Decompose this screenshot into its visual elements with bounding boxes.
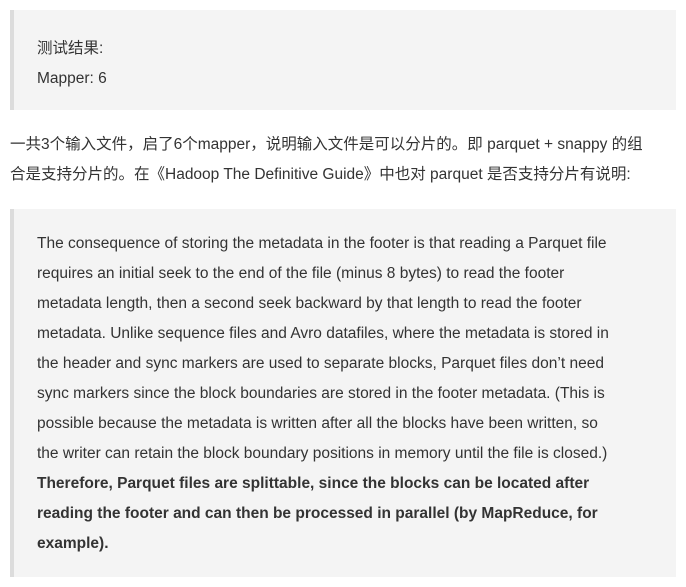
paragraph-line-1: 一共3个输入文件，启了6个mapper，说明输入文件是可以分片的。即 parqu… (10, 136, 643, 153)
quote-bold-line: reading the footer and can then be proce… (37, 505, 598, 522)
quote-line: metadata. Unlike sequence files and Avro… (37, 325, 609, 342)
test-result-heading: 测试结果: (37, 40, 104, 57)
quote-line: the writer can retain the block boundary… (37, 445, 608, 462)
quote-bold-line: Therefore, Parquet files are splittable,… (37, 475, 590, 492)
book-quote-blockquote: The consequence of storing the metadata … (10, 209, 676, 577)
quote-bold-line: example). (37, 535, 109, 552)
quote-line: possible because the metadata is written… (37, 415, 598, 432)
quote-line: the header and sync markers are used to … (37, 355, 604, 372)
quote-line: metadata length, then a second seek back… (37, 295, 582, 312)
explanation-paragraph: 一共3个输入文件，启了6个mapper，说明输入文件是可以分片的。即 parqu… (10, 130, 678, 190)
test-result-value: Mapper: 6 (37, 70, 107, 87)
quote-line: requires an initial seek to the end of t… (37, 265, 565, 282)
paragraph-line-2: 合是支持分片的。在《Hadoop The Definitive Guide》中也… (10, 166, 631, 183)
test-result-blockquote: 测试结果: Mapper: 6 (10, 10, 676, 110)
quote-line: sync markers since the block boundaries … (37, 385, 605, 402)
quote-line: The consequence of storing the metadata … (37, 235, 607, 252)
